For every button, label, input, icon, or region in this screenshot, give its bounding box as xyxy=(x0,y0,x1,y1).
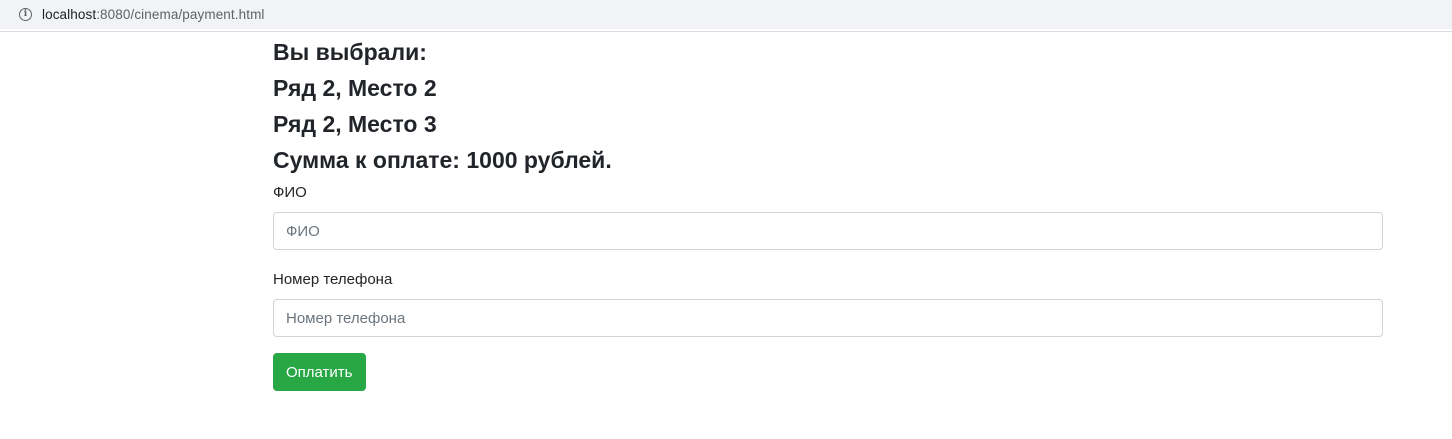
name-input[interactable] xyxy=(273,212,1383,250)
phone-form-group: Номер телефона xyxy=(273,270,1383,337)
selection-title: Вы выбрали: xyxy=(273,39,427,65)
selected-seat: Ряд 2, Место 2 xyxy=(273,75,437,101)
browser-address-bar[interactable]: i localhost:8080/cinema/payment.html xyxy=(0,0,1452,29)
pay-button[interactable]: Оплатить xyxy=(273,353,366,391)
address-bar-divider xyxy=(0,31,1452,32)
payment-container: Вы выбрали: Ряд 2, Место 2 Ряд 2, Место … xyxy=(273,34,1383,391)
phone-label: Номер телефона xyxy=(273,271,393,288)
phone-input[interactable] xyxy=(273,299,1383,337)
name-label: ФИО xyxy=(273,184,307,201)
payment-form: ФИО Номер телефона Оплатить xyxy=(273,183,1383,391)
url-host: localhost xyxy=(42,7,97,22)
info-icon[interactable]: i xyxy=(19,8,32,21)
url-path: :8080/cinema/payment.html xyxy=(96,7,265,22)
total-amount: Сумма к оплате: 1000 рублей. xyxy=(273,147,612,173)
address-url[interactable]: localhost:8080/cinema/payment.html xyxy=(42,7,265,22)
name-form-group: ФИО xyxy=(273,183,1383,250)
selected-seat: Ряд 2, Место 3 xyxy=(273,111,437,137)
